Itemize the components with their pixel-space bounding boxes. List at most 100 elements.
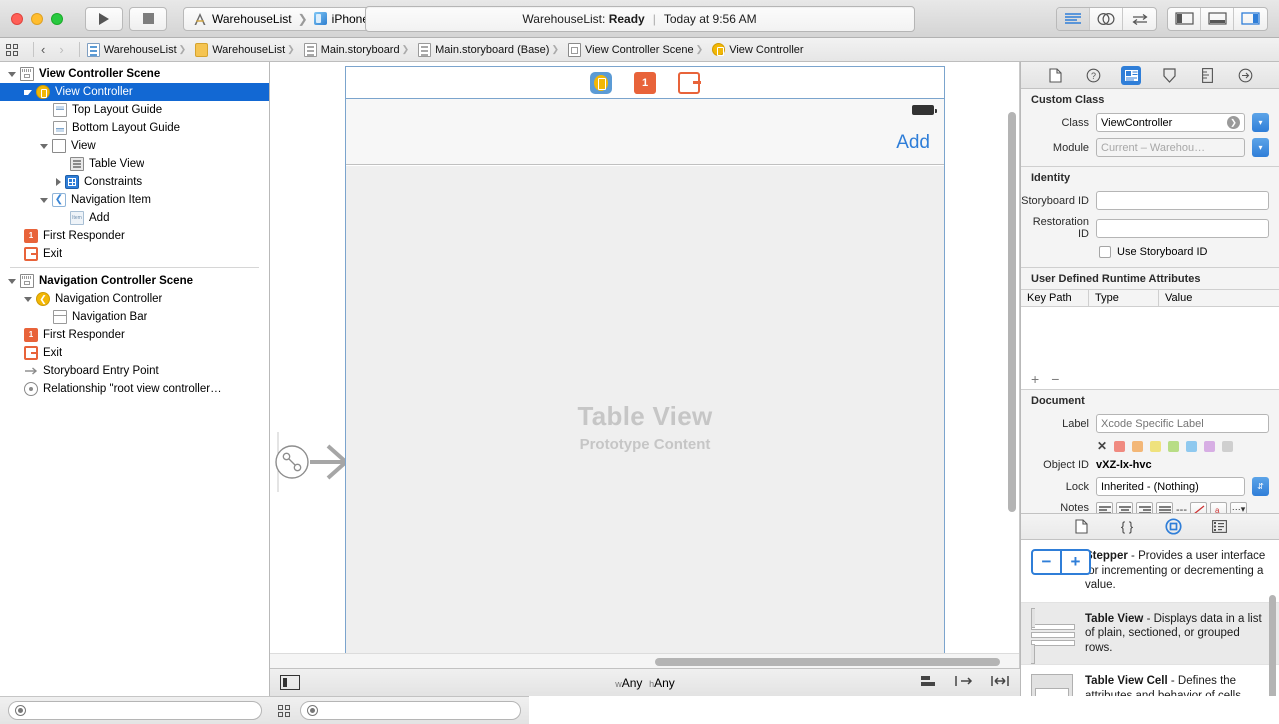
color-swatch-orange[interactable]	[1132, 440, 1144, 452]
zoom-window-button[interactable]	[51, 12, 63, 25]
use-storyboard-id-checkbox[interactable]	[1099, 246, 1111, 258]
udra-table[interactable]	[1021, 307, 1279, 369]
more-options-icon[interactable]: ⋯▾	[1230, 502, 1247, 513]
outline-row-constraints[interactable]: Constraints	[0, 173, 269, 191]
align-button[interactable]	[920, 674, 938, 691]
breadcrumb-item-0[interactable]: WarehouseList	[86, 42, 177, 57]
breadcrumb-item-3[interactable]: Main.storyboard (Base)	[400, 42, 549, 57]
first-responder-icon[interactable]	[634, 71, 656, 94]
disclosure-triangle-icon[interactable]	[24, 89, 32, 95]
color-swatch-green[interactable]	[1168, 440, 1180, 452]
canvas-vertical-scrollbar[interactable]	[1008, 112, 1016, 512]
identity-inspector-tab[interactable]	[1121, 65, 1141, 85]
outline-row-relationship[interactable]: Relationship "root view controller…	[0, 380, 269, 398]
outline-row-bottom-layout-guide[interactable]: Bottom Layout Guide	[0, 119, 269, 137]
restoration-id-input[interactable]	[1101, 222, 1264, 234]
disclosure-triangle-icon[interactable]	[24, 296, 32, 302]
file-inspector-tab[interactable]	[1045, 66, 1065, 85]
exit-icon[interactable]	[678, 71, 701, 94]
scrollbar-thumb[interactable]	[655, 658, 1000, 666]
library-filter-field[interactable]	[300, 701, 521, 720]
class-field[interactable]: ViewController ❯	[1096, 113, 1245, 132]
add-bar-button-item[interactable]: Add	[896, 132, 930, 154]
document-label-field[interactable]	[1096, 414, 1269, 433]
forward-button[interactable]: ›	[59, 42, 63, 57]
library-grid-view-icon[interactable]	[278, 704, 290, 717]
back-button[interactable]: ‹	[41, 42, 45, 57]
attributes-inspector-tab[interactable]	[1159, 66, 1179, 85]
table-view-placeholder[interactable]: Table View Prototype Content	[346, 166, 944, 668]
breadcrumb-item-2[interactable]: Main.storyboard	[285, 42, 400, 57]
toggle-debug-area-button[interactable]	[1201, 7, 1234, 30]
outline-row-view-controller-scene[interactable]: View Controller Scene	[0, 65, 269, 83]
run-button[interactable]	[85, 6, 123, 31]
view-controller-scene[interactable]: Add Table View Prototype Content	[345, 66, 945, 668]
pin-button[interactable]	[954, 674, 974, 691]
version-editor-button[interactable]	[1123, 8, 1156, 30]
toggle-navigator-button[interactable]	[1168, 7, 1201, 30]
breadcrumb-item-1[interactable]: WarehouseList	[177, 42, 285, 57]
standard-editor-button[interactable]	[1057, 7, 1090, 30]
object-library-tab[interactable]	[1163, 517, 1183, 536]
code-snippet-library-tab[interactable]: { }	[1117, 517, 1137, 536]
storyboard-id-input[interactable]	[1101, 194, 1264, 207]
outline-row-table-view[interactable]: Table View	[0, 155, 269, 173]
outline-row-view[interactable]: View	[0, 137, 269, 155]
align-center-icon[interactable]	[1116, 502, 1133, 513]
outline-row-view-controller[interactable]: View Controller	[0, 83, 269, 101]
no-color-swatch[interactable]: ✕	[1097, 439, 1107, 453]
outline-row-first-responder[interactable]: First Responder	[0, 227, 269, 245]
outline-row-navigation-item[interactable]: ❮ Navigation Item	[0, 191, 269, 209]
scheme-selector[interactable]: WarehouseList ❯ iPhone 6	[183, 6, 390, 31]
breadcrumb-item-4[interactable]: View Controller Scene	[549, 42, 694, 57]
outline-row-storyboard-entry-point[interactable]: Storyboard Entry Point	[0, 362, 269, 380]
minimize-window-button[interactable]	[31, 12, 43, 25]
class-dropdown-button[interactable]: ▾	[1252, 113, 1269, 132]
disclosure-triangle-icon[interactable]	[40, 143, 48, 149]
library-scrollbar[interactable]	[1269, 595, 1276, 696]
module-field[interactable]: Current – Warehou…	[1096, 138, 1245, 157]
lock-stepper-button[interactable]: ⇵	[1252, 477, 1269, 496]
restoration-id-field[interactable]	[1096, 218, 1269, 238]
canvas-horizontal-scrollbar[interactable]	[270, 653, 1019, 668]
font-panel-icon[interactable]: a	[1210, 502, 1227, 513]
disclosure-triangle-icon[interactable]	[8, 71, 16, 77]
navigator-filter-field[interactable]	[8, 701, 262, 720]
media-library-tab[interactable]	[1209, 517, 1229, 536]
library-item-table-view-cell[interactable]: Table View Cell - Defines the attributes…	[1021, 665, 1279, 696]
assistant-editor-button[interactable]	[1090, 7, 1123, 30]
lock-field[interactable]: Inherited - (Nothing)	[1096, 477, 1245, 496]
outline-row-navigation-bar[interactable]: Navigation Bar	[0, 308, 269, 326]
quick-help-inspector-tab[interactable]: ?	[1083, 66, 1103, 85]
connections-inspector-tab[interactable]	[1235, 66, 1255, 85]
simulated-navigation-bar[interactable]: Add	[346, 121, 944, 165]
breadcrumb-item-5[interactable]: View Controller	[694, 43, 804, 56]
resolve-auto-layout-button[interactable]	[990, 674, 1010, 691]
storyboard-id-field[interactable]	[1096, 191, 1269, 210]
udra-add-button[interactable]: +	[1031, 371, 1039, 387]
dashes-icon[interactable]: ---	[1176, 504, 1187, 514]
outline-row-navigation-controller-scene[interactable]: Navigation Controller Scene	[0, 272, 269, 290]
outline-row-navigation-controller[interactable]: ❮ Navigation Controller	[0, 290, 269, 308]
color-swatch-blue[interactable]	[1186, 440, 1198, 452]
color-swatch-yellow[interactable]	[1150, 440, 1162, 452]
disclosure-triangle-icon[interactable]	[8, 278, 16, 284]
toggle-utilities-button[interactable]	[1234, 8, 1267, 30]
view-controller-icon[interactable]	[590, 71, 612, 94]
document-label-input[interactable]	[1101, 417, 1264, 430]
stop-button[interactable]	[129, 6, 167, 31]
outline-row-exit[interactable]: Exit	[0, 245, 269, 263]
disclosure-triangle-icon[interactable]	[56, 178, 61, 186]
file-template-library-tab[interactable]	[1071, 517, 1091, 536]
library-item-stepper[interactable]: − + Stepper - Provides a user interface f…	[1021, 540, 1279, 603]
toggle-document-outline-button[interactable]	[280, 675, 300, 690]
align-justify-icon[interactable]	[1156, 502, 1173, 513]
jump-to-definition-icon[interactable]: ❯	[1227, 116, 1240, 129]
color-swatch-gray[interactable]	[1222, 440, 1234, 452]
outline-row-first-responder-2[interactable]: First Responder	[0, 326, 269, 344]
align-right-icon[interactable]	[1136, 502, 1153, 513]
color-swatch-red[interactable]	[1114, 440, 1126, 452]
size-class-indicator[interactable]: wAny hAny	[615, 676, 675, 690]
storyboard-canvas[interactable]: Add Table View Prototype Content	[270, 62, 1020, 668]
align-left-icon[interactable]	[1096, 502, 1113, 513]
